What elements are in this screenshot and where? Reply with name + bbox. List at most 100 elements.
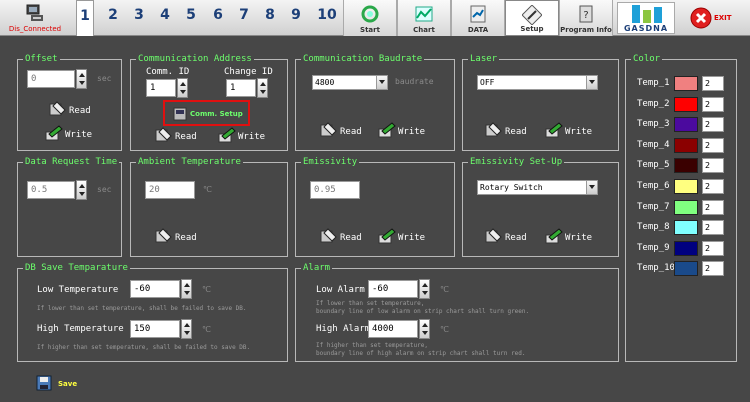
color-label-6: Temp_6 xyxy=(637,181,670,191)
db-high-unit: ℃ xyxy=(202,325,211,334)
emissivity-read-button[interactable]: Read xyxy=(320,227,380,247)
color-swatch-2[interactable] xyxy=(674,96,698,112)
channel-3-button[interactable]: 3 xyxy=(130,7,148,23)
comm-read-button[interactable]: Read xyxy=(155,126,215,146)
channel-9-button[interactable]: 9 xyxy=(287,7,305,23)
emissivity-setup-read-button[interactable]: Read xyxy=(485,227,545,247)
comm-setup-button[interactable]: Comm. Setup xyxy=(163,100,250,126)
comm-id-input[interactable]: 1 xyxy=(146,79,176,97)
offset-read-button[interactable]: Read xyxy=(49,100,109,120)
line-width-input-10[interactable]: 2 xyxy=(702,261,724,277)
db-high-input[interactable]: 150 xyxy=(130,320,180,338)
comm-id-spinner[interactable] xyxy=(177,78,188,98)
alarm-low-input[interactable]: -60 xyxy=(368,280,418,298)
line-width-input-3[interactable]: 2 xyxy=(702,117,724,133)
setup-icon xyxy=(173,107,187,121)
line-width-input-9[interactable]: 2 xyxy=(702,240,724,256)
save-label: Save xyxy=(58,380,78,388)
alarm-low-spinner[interactable] xyxy=(419,279,430,299)
color-label-7: Temp_7 xyxy=(637,201,670,212)
ambient-read-button[interactable]: Read xyxy=(155,227,215,247)
offset-spinner[interactable] xyxy=(76,69,87,89)
baudrate-unit: baudrate xyxy=(395,77,434,86)
ambient-title: Ambient Temperature xyxy=(136,157,243,168)
laser-select[interactable]: OFF xyxy=(477,75,598,90)
data-request-spinner[interactable] xyxy=(76,180,87,200)
chart-tab[interactable]: Chart xyxy=(397,0,451,36)
alarm-high-spinner[interactable] xyxy=(419,319,430,339)
line-width-input-7[interactable]: 2 xyxy=(702,199,724,215)
change-id-input[interactable]: 1 xyxy=(226,79,256,97)
line-width-input-2[interactable]: 2 xyxy=(702,96,724,112)
chart-icon xyxy=(415,6,433,22)
line-width-input-6[interactable]: 2 xyxy=(702,179,724,194)
baudrate-write-button[interactable]: Write xyxy=(378,121,438,141)
channel-1-button[interactable]: 1 xyxy=(76,0,94,36)
read-label: Read xyxy=(340,127,362,137)
read-label: Read xyxy=(505,233,527,243)
svg-text:?: ? xyxy=(583,10,588,21)
db-low-input[interactable]: -60 xyxy=(130,280,180,298)
channel-6-button[interactable]: 6 xyxy=(209,7,227,23)
offset-unit: sec xyxy=(97,74,112,83)
offset-write-button[interactable]: Write xyxy=(45,124,105,144)
baudrate-read-button[interactable]: Read xyxy=(320,121,380,141)
color-swatch-3[interactable] xyxy=(674,117,698,133)
emissivity-input[interactable]: 0.95 xyxy=(310,181,360,199)
color-swatch-5[interactable] xyxy=(674,158,698,174)
ambient-unit: ℃ xyxy=(203,185,212,194)
line-width-input-8[interactable]: 2 xyxy=(702,220,724,236)
spin-down-icon xyxy=(79,192,85,196)
setup-tab[interactable]: Setup xyxy=(505,0,559,36)
top-toolbar: Dis_Connected 1 2 3 4 5 6 7 8 9 10 Start… xyxy=(0,0,750,36)
ambient-input[interactable]: 20 xyxy=(145,181,195,199)
data-tab[interactable]: DATA xyxy=(451,0,505,36)
alarm-high-input[interactable]: 4000 xyxy=(368,320,418,338)
start-tab[interactable]: Start xyxy=(343,0,397,36)
ambient-group: Ambient Temperature 20 ℃ Read xyxy=(130,157,288,257)
db-low-spinner[interactable] xyxy=(181,279,192,299)
data-request-unit: sec xyxy=(97,185,112,194)
program-info-tab[interactable]: ? Program Info xyxy=(559,0,613,36)
write-icon xyxy=(218,127,236,143)
alarm-low-hint-1: If lower than set temperature, xyxy=(316,300,425,307)
setup-label: Setup xyxy=(520,25,544,33)
emissivity-setup-write-button[interactable]: Write xyxy=(545,227,605,247)
data-request-input[interactable]: 0.5 xyxy=(27,181,75,199)
db-high-label: High Temperature xyxy=(37,324,124,334)
channel-10-button[interactable]: 10 xyxy=(314,7,340,23)
channel-2-button[interactable]: 2 xyxy=(104,7,122,23)
offset-input[interactable]: 0 xyxy=(27,70,75,88)
laser-read-button[interactable]: Read xyxy=(485,121,545,141)
read-label: Read xyxy=(69,106,91,116)
baudrate-value: 4800 xyxy=(315,78,335,87)
spin-down-icon xyxy=(184,291,190,295)
color-swatch-4[interactable] xyxy=(674,137,698,153)
color-swatch-7[interactable] xyxy=(674,199,698,215)
baudrate-select[interactable]: 4800 xyxy=(312,75,388,90)
exit-button[interactable]: EXIT xyxy=(684,4,744,32)
line-width-input-1[interactable]: 2 xyxy=(702,76,724,91)
emissivity-write-button[interactable]: Write xyxy=(378,227,438,247)
change-id-spinner[interactable] xyxy=(257,78,268,98)
line-width-input-5[interactable]: 2 xyxy=(702,158,724,174)
channel-7-button[interactable]: 7 xyxy=(235,7,253,23)
save-icon xyxy=(36,375,52,391)
channel-8-button[interactable]: 8 xyxy=(261,7,279,23)
alarm-low-label: Low Alarm xyxy=(316,285,365,295)
color-swatch-10[interactable] xyxy=(674,261,698,277)
color-swatch-8[interactable] xyxy=(674,220,698,236)
emissivity-setup-select[interactable]: Rotary Switch xyxy=(477,180,598,195)
write-label: Write xyxy=(398,127,426,137)
comm-write-button[interactable]: Write xyxy=(218,126,278,146)
color-swatch-9[interactable] xyxy=(674,240,698,256)
connection-status[interactable]: Dis_Connected xyxy=(6,2,64,34)
line-width-input-4[interactable]: 2 xyxy=(702,137,724,153)
db-high-spinner[interactable] xyxy=(181,319,192,339)
color-swatch-1[interactable] xyxy=(674,76,698,91)
channel-5-button[interactable]: 5 xyxy=(182,7,200,23)
laser-write-button[interactable]: Write xyxy=(545,121,605,141)
color-swatch-6[interactable] xyxy=(674,179,698,194)
save-button[interactable]: Save xyxy=(36,375,86,393)
channel-4-button[interactable]: 4 xyxy=(156,7,174,23)
